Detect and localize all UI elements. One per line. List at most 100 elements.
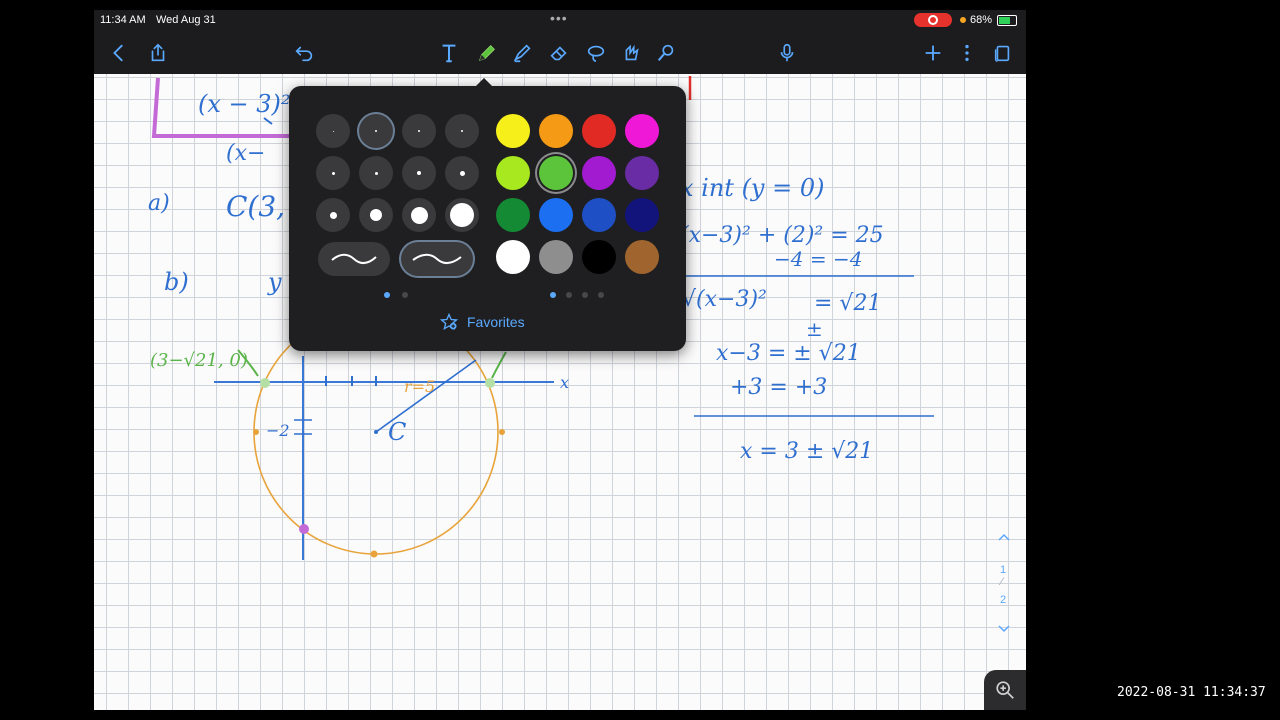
part-a-label: a) <box>148 191 170 216</box>
multitasking-dots-icon[interactable]: ••• <box>550 10 568 26</box>
size-page-dot-2[interactable] <box>402 292 408 298</box>
undo-icon[interactable] <box>291 40 317 66</box>
color-swatch[interactable] <box>582 198 616 232</box>
tick-label: −2 <box>266 421 290 440</box>
stroke-style-selected[interactable] <box>401 242 473 276</box>
color-swatch[interactable] <box>582 240 616 274</box>
y-intercept-point <box>299 524 309 534</box>
color-page-dot-4[interactable] <box>598 292 604 298</box>
color-swatch[interactable] <box>496 198 530 232</box>
pen-size-8[interactable] <box>445 156 479 190</box>
pen-size-3[interactable] <box>402 114 436 148</box>
pen-size-4[interactable] <box>445 114 479 148</box>
pen-size-10[interactable] <box>359 198 393 232</box>
chevron-up-icon[interactable] <box>997 532 1011 542</box>
mic-in-use-icon <box>960 17 966 23</box>
color-swatch[interactable] <box>625 156 659 190</box>
size-page-dot-1[interactable] <box>384 292 390 298</box>
pen-size-11[interactable] <box>402 198 436 232</box>
color-swatch[interactable] <box>625 240 659 274</box>
color-swatch[interactable] <box>582 156 616 190</box>
chevron-down-icon[interactable] <box>997 624 1011 634</box>
pen-settings-popover: Favorites <box>289 78 686 351</box>
battery-percent: 68% <box>970 14 993 26</box>
point-arrow-right <box>491 351 507 379</box>
pages-icon[interactable] <box>989 40 1015 66</box>
result: x = 3 ± √21 <box>740 439 873 464</box>
back-icon[interactable] <box>106 40 132 66</box>
center-partial: C(3, <box>226 190 285 223</box>
favorites-button[interactable]: Favorites <box>439 312 525 332</box>
share-icon[interactable] <box>145 40 171 66</box>
page-current: 1 <box>1000 564 1007 576</box>
page-total: 2 <box>1000 594 1007 606</box>
toolbar <box>94 32 1026 74</box>
eq-boxed: (x − 3)² <box>198 90 291 118</box>
eq-arrow <box>263 117 273 125</box>
color-swatch[interactable] <box>625 114 659 148</box>
microphone-icon[interactable] <box>774 40 800 66</box>
pen-size-1[interactable] <box>316 114 350 148</box>
step2: −4 = −4 <box>774 247 862 271</box>
color-page-dot-2[interactable] <box>566 292 572 298</box>
circle-point-bottom <box>370 550 378 558</box>
pen-size-9[interactable] <box>316 198 350 232</box>
color-swatch[interactable] <box>582 114 616 148</box>
color-swatch[interactable] <box>625 198 659 232</box>
point-label: (3−√21, 0) <box>150 350 248 371</box>
x-intercept-left <box>260 378 270 388</box>
lasso-tool-icon[interactable] <box>583 40 609 66</box>
favorites-label: Favorites <box>467 314 525 330</box>
step3b: = √21 <box>814 291 881 316</box>
circle-point-right <box>499 429 505 435</box>
more-icon[interactable] <box>954 40 980 66</box>
pen-size-7[interactable] <box>402 156 436 190</box>
status-date: Wed Aug 31 <box>156 14 216 26</box>
star-add-icon <box>439 312 459 331</box>
add-page-icon[interactable] <box>920 40 946 66</box>
radius-label: r=5 <box>404 377 435 396</box>
text-tool-icon[interactable] <box>436 40 462 66</box>
shapes-tool-icon[interactable] <box>618 40 644 66</box>
pen-size-12[interactable] <box>445 198 479 232</box>
x-axis-label: x <box>560 373 569 392</box>
color-swatch[interactable] <box>539 198 573 232</box>
video-timestamp: 2022-08-31 11:34:37 <box>1117 685 1266 700</box>
color-swatch[interactable] <box>496 114 530 148</box>
part-b-label: b) <box>164 268 189 296</box>
battery-icon <box>997 15 1017 26</box>
zoom-in-icon <box>996 681 1014 699</box>
b-partial: y <box>267 268 282 296</box>
color-page-dot-3[interactable] <box>582 292 588 298</box>
highlighter-tool-icon[interactable] <box>509 40 535 66</box>
zoom-button[interactable] <box>984 670 1026 710</box>
page-separator: ⁄ <box>1001 576 1003 588</box>
step1: (x−3)² + (2)² = 25 <box>680 223 884 248</box>
center-point <box>374 430 378 434</box>
page-navigator: 1 ⁄ 2 <box>988 528 1020 638</box>
ipad-screen: 11:34 AM Wed Aug 31 ••• 68% (x − 3)² (x−… <box>94 10 1026 710</box>
color-swatch[interactable] <box>539 240 573 274</box>
color-swatch[interactable] <box>539 114 573 148</box>
eq-partial: (x− <box>226 141 265 166</box>
step3c: ± <box>806 317 823 341</box>
color-swatch[interactable] <box>539 156 573 190</box>
step4: x−3 = ± √21 <box>716 341 861 366</box>
pen-size-5[interactable] <box>316 156 350 190</box>
pen-tool-icon[interactable] <box>474 40 500 66</box>
popover-arrow <box>475 78 493 87</box>
step3: √(x−3)² <box>682 287 767 312</box>
color-page-dot-1[interactable] <box>550 292 556 298</box>
color-swatch[interactable] <box>496 156 530 190</box>
circle-point-left <box>253 429 259 435</box>
pen-size-6[interactable] <box>359 156 393 190</box>
x-intercept-right <box>485 378 495 388</box>
status-time: 11:34 AM <box>100 14 146 26</box>
screen-recording-icon[interactable] <box>914 13 952 27</box>
eraser-tool-icon[interactable] <box>546 40 572 66</box>
laser-pointer-icon[interactable] <box>653 40 679 66</box>
stroke-style-smooth[interactable] <box>318 242 390 276</box>
pen-size-2[interactable] <box>359 114 393 148</box>
x-int-heading: x int (y = 0) <box>680 174 825 202</box>
color-swatch[interactable] <box>496 240 530 274</box>
